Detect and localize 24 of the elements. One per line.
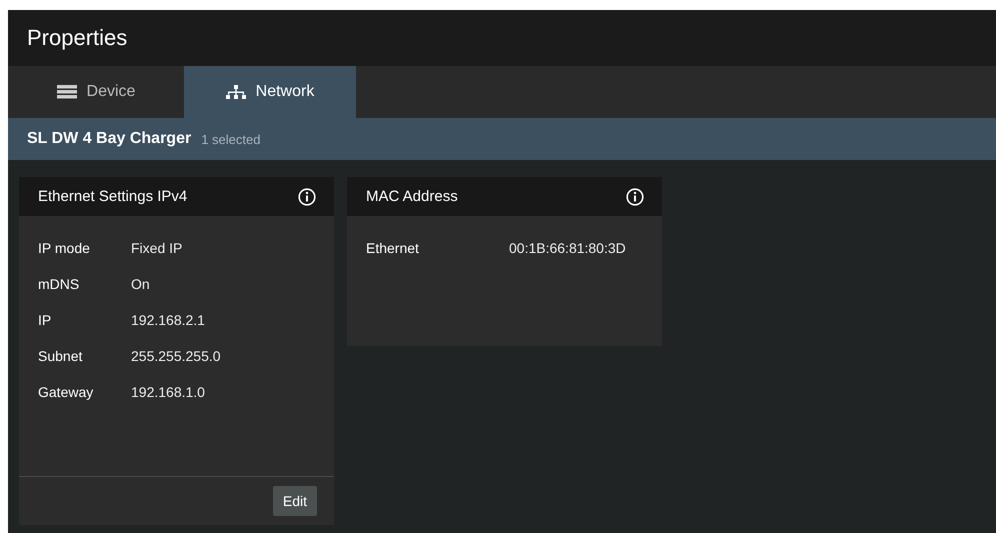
card-title: MAC Address [366, 188, 458, 205]
field-value: 255.255.255.0 [131, 347, 222, 366]
device-name: SL DW 4 Bay Charger [27, 130, 192, 148]
field-label: Ethernet [366, 239, 420, 258]
info-icon[interactable] [626, 188, 644, 206]
field-value: 00:1B:66:81:80:3D [509, 239, 627, 258]
network-icon [226, 85, 246, 99]
selection-count: 1 selected [201, 132, 260, 146]
list-icon [56, 85, 77, 99]
field-value: 192.168.1.0 [131, 383, 206, 402]
field-value: 192.168.2.1 [131, 311, 206, 330]
field-label: Gateway [38, 383, 94, 402]
field-label: Subnet [38, 347, 84, 366]
edit-button[interactable]: Edit [272, 486, 317, 516]
field-label: mDNS [38, 275, 80, 294]
field-value: On [131, 275, 151, 294]
window-title: Properties [27, 25, 128, 51]
tab[interactable]: Network [184, 66, 356, 118]
field-label: IP mode [38, 239, 91, 258]
field-label: IP [38, 311, 52, 330]
card-title: Ethernet Settings IPv4 [38, 188, 188, 205]
info-icon[interactable] [298, 188, 316, 206]
tab[interactable]: Device [8, 66, 184, 118]
field-value: Fixed IP [131, 239, 184, 258]
